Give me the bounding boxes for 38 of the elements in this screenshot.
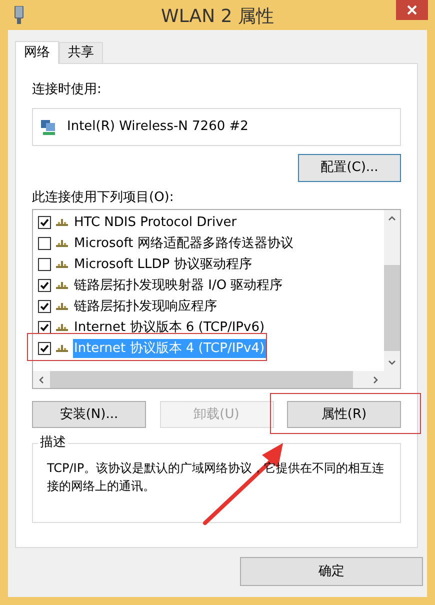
checkbox[interactable] xyxy=(38,237,51,250)
group-label: 描述 xyxy=(38,436,68,450)
action-button[interactable]: 属性(R) xyxy=(287,401,401,428)
configure-button[interactable]: 配置(C)... xyxy=(298,154,401,182)
checkbox[interactable] xyxy=(38,300,51,313)
close-icon xyxy=(407,5,417,15)
list-item[interactable]: 链路层拓扑发现映射器 I/O 驱动程序 xyxy=(73,276,284,296)
description-text: TCP/IP。该协议是默认的广域网络协议，它提供在不同的相互连接的网络上的通讯。 xyxy=(47,460,386,495)
network-protocol-icon xyxy=(56,324,68,332)
vertical-scrollbar[interactable] xyxy=(384,210,400,371)
checkbox[interactable] xyxy=(38,216,51,229)
section-label: 连接时使用: xyxy=(32,82,102,98)
list-item[interactable]: 链路层拓扑发现响应程序 xyxy=(73,296,218,316)
tab[interactable]: 共享 xyxy=(59,42,103,63)
scrollbar-thumb[interactable] xyxy=(384,265,400,351)
checkbox[interactable] xyxy=(38,258,51,271)
network-adapter-icon xyxy=(41,119,57,135)
network-protocol-icon xyxy=(56,240,68,248)
adapter-name: Intel(R) Wireless-N 7260 #2 xyxy=(67,118,248,136)
network-protocol-icon xyxy=(56,282,68,290)
list-item[interactable]: HTC NDIS Protocol Driver xyxy=(73,212,238,232)
list-item[interactable]: Microsoft LLDP 协议驱动程序 xyxy=(73,254,253,274)
section-label: 此连接使用下列项目(O): xyxy=(32,190,175,206)
close-button[interactable] xyxy=(396,0,428,20)
list-item[interactable]: Microsoft 网络适配器多路传送器协议 xyxy=(73,234,294,254)
list-item[interactable]: Internet 协议版本 6 (TCP/IPv6) xyxy=(73,318,266,338)
tab[interactable]: 网络 xyxy=(15,41,59,64)
network-protocol-icon xyxy=(56,302,68,310)
window-title: WLAN 2 属性 xyxy=(160,5,275,29)
checkbox[interactable] xyxy=(38,342,51,355)
checkbox[interactable] xyxy=(38,321,51,334)
network-protocol-icon xyxy=(56,218,68,226)
action-button[interactable]: 安装(N)... xyxy=(32,401,146,428)
checkbox[interactable] xyxy=(38,279,51,292)
network-adapter-icon xyxy=(14,6,24,24)
ok-button[interactable]: 确定 xyxy=(240,557,423,586)
network-protocol-icon xyxy=(56,344,68,352)
network-protocol-icon xyxy=(56,260,68,268)
